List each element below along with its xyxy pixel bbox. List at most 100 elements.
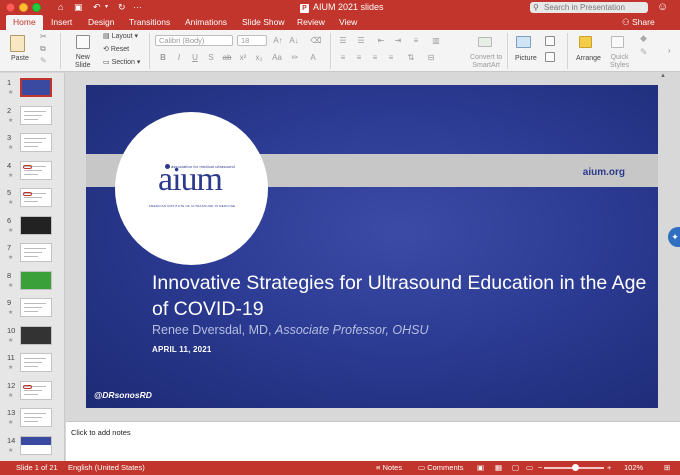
slide-thumbnail-image[interactable] bbox=[20, 298, 52, 317]
align-left-icon[interactable]: ≡ bbox=[337, 52, 349, 63]
smartart-icon[interactable] bbox=[478, 37, 492, 47]
slide-title[interactable]: Innovative Strategies for Ultrasound Edu… bbox=[152, 270, 652, 322]
tab-animations[interactable]: Animations bbox=[178, 15, 234, 30]
reading-view-icon[interactable]: ▢ bbox=[512, 461, 519, 475]
clear-formatting-icon[interactable]: ⌫ bbox=[310, 35, 322, 46]
language-text[interactable]: English (United States) bbox=[68, 461, 145, 475]
text-box-icon[interactable] bbox=[545, 52, 555, 62]
shape-fill-icon[interactable]: ◆ bbox=[640, 33, 647, 44]
slide-thumbnail-image[interactable] bbox=[20, 270, 52, 290]
twitter-handle[interactable]: @DRsonosRD bbox=[94, 390, 152, 400]
slide-thumbnail-4[interactable]: 4 ★ bbox=[0, 160, 64, 187]
change-case-icon[interactable]: Aa bbox=[271, 52, 283, 63]
slide-thumbnail-12[interactable]: 12 ★ bbox=[0, 380, 64, 407]
text-direction-icon[interactable]: ⇅ bbox=[405, 52, 417, 63]
slide-thumbnail-9[interactable]: 9 ★ bbox=[0, 297, 64, 324]
slide-thumbnail-7[interactable]: 7 ★ bbox=[0, 242, 64, 269]
slide-thumbnail-image[interactable] bbox=[20, 133, 52, 152]
tab-home[interactable]: Home bbox=[6, 15, 43, 30]
slide-thumbnail-8[interactable]: 8 ★ bbox=[0, 270, 64, 297]
home-icon[interactable]: ⌂ bbox=[58, 1, 63, 14]
undo-dropdown-icon[interactable]: ▾ bbox=[105, 1, 108, 14]
font-color-icon[interactable]: A bbox=[307, 52, 319, 63]
zoom-out-icon[interactable]: − bbox=[538, 461, 542, 475]
increase-indent-icon[interactable]: ⇥ bbox=[392, 35, 404, 46]
shape-outline-icon[interactable]: ✎ bbox=[640, 47, 648, 58]
slide-thumbnail-image[interactable] bbox=[20, 215, 52, 235]
bullets-icon[interactable]: ☰ bbox=[337, 35, 349, 46]
tab-insert[interactable]: Insert bbox=[44, 15, 79, 30]
slide-thumbnail-image[interactable] bbox=[20, 435, 52, 455]
arrange-icon[interactable] bbox=[579, 36, 592, 48]
shadow-text-button[interactable]: S bbox=[205, 52, 217, 63]
tab-slide-show[interactable]: Slide Show bbox=[235, 15, 292, 30]
maximize-window-button[interactable] bbox=[32, 3, 41, 12]
slide-thumbnail-11[interactable]: 11 ★ bbox=[0, 352, 64, 379]
undo-icon[interactable]: ↶ bbox=[93, 1, 101, 14]
notes-toggle-button[interactable]: ≡ Notes bbox=[376, 461, 402, 475]
align-text-icon[interactable]: ⊟ bbox=[425, 52, 437, 63]
slide-thumbnail-2[interactable]: 2 ★ bbox=[0, 105, 64, 132]
paste-button[interactable]: Paste bbox=[11, 55, 29, 62]
format-painter-icon[interactable]: ✎ bbox=[40, 56, 47, 65]
columns-icon[interactable]: ▥ bbox=[430, 35, 442, 46]
slide-date[interactable]: APRIL 11, 2021 bbox=[152, 345, 212, 354]
slide-thumbnail-image[interactable] bbox=[20, 353, 52, 372]
reset-button[interactable]: ⟲ Reset bbox=[103, 45, 129, 53]
scroll-up-arrow-icon[interactable]: ▲ bbox=[660, 73, 666, 79]
slide-thumbnail-image[interactable] bbox=[20, 78, 52, 97]
arrange-button[interactable]: Arrange bbox=[576, 55, 601, 62]
zoom-level-text[interactable]: 102% bbox=[624, 461, 643, 475]
picture-button[interactable]: Picture bbox=[515, 55, 537, 62]
slide-thumbnail-1[interactable]: 1 ★ bbox=[0, 77, 64, 104]
slide-thumbnail-image[interactable] bbox=[20, 408, 52, 427]
ribbon-more-icon[interactable]: › bbox=[668, 46, 671, 55]
quick-styles-icon[interactable] bbox=[611, 36, 624, 48]
minimize-window-button[interactable] bbox=[19, 3, 28, 12]
slide-thumbnail-10[interactable]: 10 ★ bbox=[0, 325, 64, 352]
section-button[interactable]: ▭ Section ▾ bbox=[103, 58, 140, 66]
slide-canvas[interactable]: aium.org association for medical ultraso… bbox=[86, 85, 658, 408]
share-button[interactable]: ⚇ Share bbox=[622, 15, 655, 30]
numbering-icon[interactable]: ☰ bbox=[355, 35, 367, 46]
underline-button[interactable]: U bbox=[189, 52, 201, 63]
decrease-font-icon[interactable]: A↓ bbox=[288, 35, 300, 46]
convert-to-smartart-button[interactable]: Convert to SmartArt bbox=[470, 54, 502, 70]
slide-thumbnail-image[interactable] bbox=[20, 243, 52, 262]
notes-pane[interactable]: Click to add notes bbox=[66, 421, 680, 461]
slide-thumbnail-5[interactable]: 5 ★ bbox=[0, 187, 64, 214]
new-slide-button[interactable]: New Slide bbox=[75, 54, 91, 70]
slide-thumbnail-14[interactable]: 14 ★ bbox=[0, 435, 64, 462]
paste-clipboard-icon[interactable] bbox=[10, 35, 25, 52]
strikethrough-button[interactable]: ab bbox=[221, 52, 233, 63]
save-icon[interactable]: ▣ bbox=[74, 1, 83, 14]
align-center-icon[interactable]: ≡ bbox=[353, 52, 365, 63]
comments-toggle-button[interactable]: ▭ Comments bbox=[418, 461, 463, 475]
customize-toolbar-icon[interactable]: ··· bbox=[133, 1, 142, 14]
justify-icon[interactable]: ≡ bbox=[385, 52, 397, 63]
slide-thumbnail-image[interactable] bbox=[20, 188, 52, 207]
slide-thumbnail-image[interactable] bbox=[20, 160, 52, 180]
quick-styles-button[interactable]: Quick Styles bbox=[610, 54, 629, 70]
tab-review[interactable]: Review bbox=[290, 15, 332, 30]
slide-thumbnail-image[interactable] bbox=[20, 105, 52, 125]
close-window-button[interactable] bbox=[6, 3, 15, 12]
superscript-button[interactable]: x² bbox=[237, 52, 249, 63]
feedback-smiley-icon[interactable]: ☺ bbox=[657, 1, 668, 14]
highlight-color-icon[interactable]: ✏ bbox=[289, 52, 301, 63]
slide-thumbnail-13[interactable]: 13 ★ bbox=[0, 407, 64, 434]
italic-button[interactable]: I bbox=[173, 52, 185, 63]
copy-icon[interactable]: ⧉ bbox=[40, 44, 46, 54]
new-slide-icon[interactable] bbox=[76, 35, 90, 49]
decrease-indent-icon[interactable]: ⇤ bbox=[375, 35, 387, 46]
slideshow-view-icon[interactable]: ▭ bbox=[526, 461, 533, 475]
font-size-select[interactable]: 18 bbox=[237, 35, 267, 46]
increase-font-icon[interactable]: A↑ bbox=[272, 35, 284, 46]
font-name-select[interactable]: Calibri (Body) bbox=[155, 35, 233, 46]
cut-icon[interactable]: ✂ bbox=[40, 32, 47, 41]
align-right-icon[interactable]: ≡ bbox=[369, 52, 381, 63]
tab-transitions[interactable]: Transitions bbox=[122, 15, 177, 30]
slide-author-line[interactable]: Renee Dversdal, MD, Associate Professor,… bbox=[152, 323, 429, 337]
slide-thumbnail-image[interactable] bbox=[20, 325, 52, 345]
slide-thumbnail-3[interactable]: 3 ★ bbox=[0, 132, 64, 159]
